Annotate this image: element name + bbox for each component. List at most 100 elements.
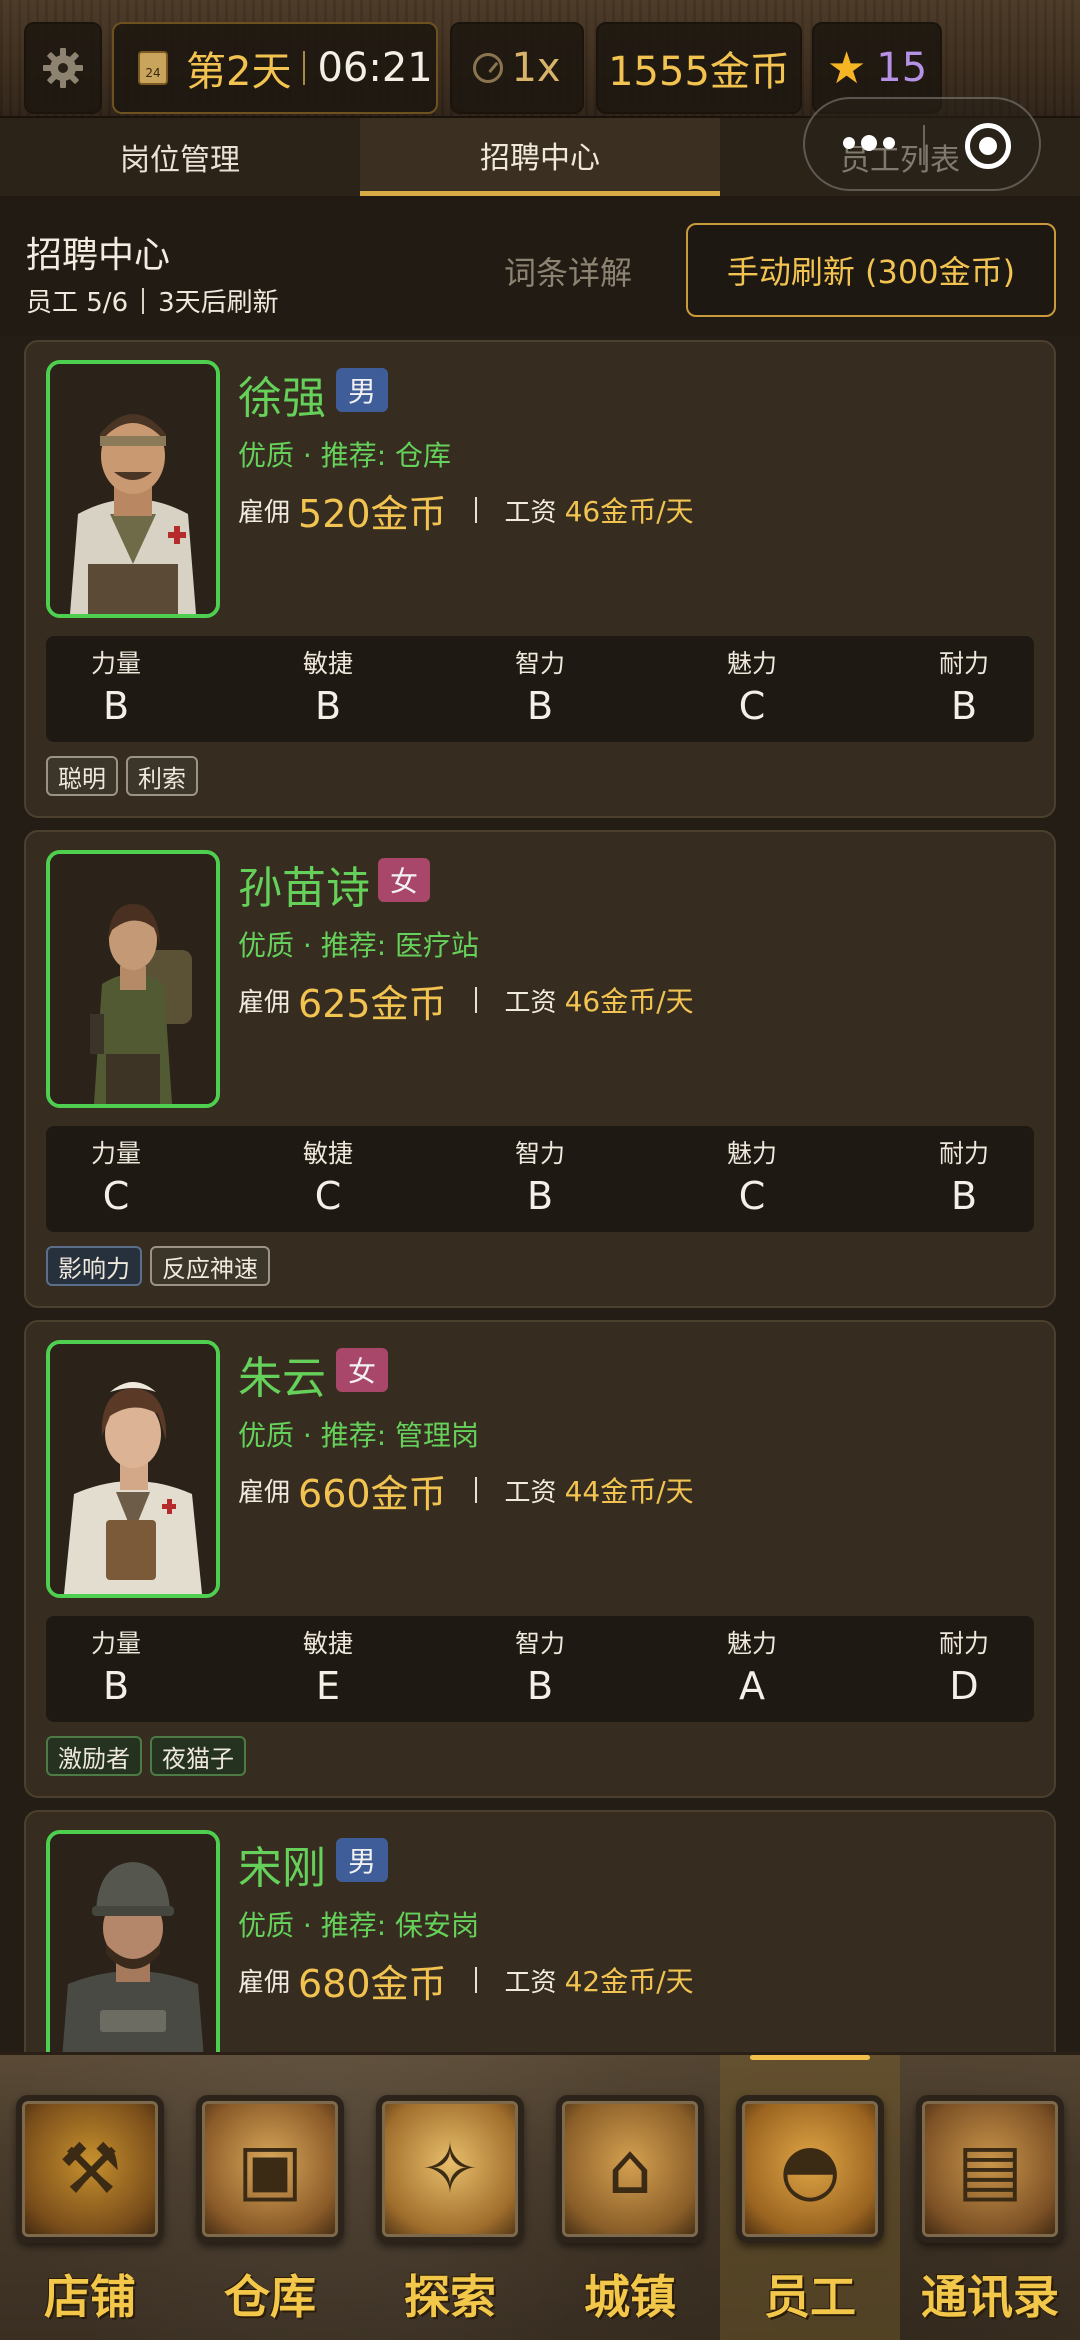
trait-tag[interactable]: 聪明 bbox=[46, 756, 118, 796]
daily-wage: 46金币/天 bbox=[564, 985, 694, 1018]
medic-man-portrait bbox=[50, 364, 216, 614]
stat-intelligence: 智力 B bbox=[470, 1624, 610, 1708]
wage-label: 工资 bbox=[504, 497, 557, 528]
attribute-panel: 力量 B 敏捷 B 智力 B 魅力 C 耐力 B bbox=[46, 636, 1034, 742]
day-time-display: 24 第2天 06:21 bbox=[112, 22, 438, 114]
gender-badge: 女 bbox=[336, 1348, 389, 1392]
candidate-card[interactable]: 宋刚 男 优质 · 推荐: 保安岗 雇佣 680金币 工资 42金币/天 bbox=[24, 1810, 1056, 2052]
candidate-quality: 优质 · 推荐: 医疗站 bbox=[238, 929, 480, 962]
town-icon: ⌂ bbox=[556, 2095, 704, 2243]
candidate-name: 孙苗诗 bbox=[238, 863, 370, 914]
daily-wage: 44金币/天 bbox=[564, 1475, 694, 1508]
gender-badge: 男 bbox=[336, 1838, 389, 1882]
stat-grade: B bbox=[950, 1174, 978, 1218]
stat-intelligence: 智力 B bbox=[470, 644, 610, 728]
pay-divider bbox=[474, 987, 477, 1013]
stat-grade: B bbox=[526, 1664, 554, 1708]
stat-label: 耐力 bbox=[938, 1139, 989, 1168]
hire-label: 雇佣 bbox=[238, 1477, 291, 1508]
gold-amount: 1555金币 bbox=[608, 49, 790, 95]
nav-label: 店铺 bbox=[44, 2270, 136, 2324]
stat-strength: 力量 B bbox=[46, 644, 186, 728]
pay-info: 雇佣 680金币 工资 42金币/天 bbox=[238, 1952, 694, 2008]
chest-glyph: ▣ bbox=[236, 2128, 304, 2210]
nav-label: 仓库 bbox=[224, 2270, 316, 2324]
miniprogram-capsule bbox=[803, 97, 1041, 191]
trait-list: 影响力 反应神速 bbox=[46, 1246, 270, 1286]
hire-label: 雇佣 bbox=[238, 1967, 291, 1998]
stat-grade: B bbox=[950, 684, 978, 728]
trait-list: 聪明 利索 bbox=[46, 756, 198, 796]
compass-glyph: ✧ bbox=[420, 2128, 480, 2210]
stat-grade: B bbox=[314, 684, 342, 728]
candidate-quality: 优质 · 推荐: 仓库 bbox=[238, 439, 452, 472]
page-title: 招聘中心 bbox=[26, 235, 171, 276]
security-guard-portrait bbox=[50, 1834, 216, 2052]
settings-button[interactable] bbox=[24, 22, 102, 114]
book-glyph: ▤ bbox=[956, 2128, 1024, 2210]
trait-tag[interactable]: 激励者 bbox=[46, 1736, 142, 1776]
star-icon: ★ bbox=[826, 42, 867, 94]
nav-explore[interactable]: ✧ 探索 bbox=[360, 2055, 540, 2340]
calendar-number: 24 bbox=[145, 66, 161, 80]
day-label: 第2天 bbox=[186, 49, 292, 95]
subtitle-divider bbox=[142, 287, 145, 314]
nav-label: 员工 bbox=[764, 2270, 856, 2324]
nav-shop[interactable]: ⚒ 店铺 bbox=[0, 2055, 180, 2340]
speed-button[interactable]: 1x bbox=[450, 22, 584, 114]
tab-position-management[interactable]: 岗位管理 bbox=[0, 118, 360, 196]
stat-grade: A bbox=[739, 1664, 765, 1708]
pay-info: 雇佣 660金币 工资 44金币/天 bbox=[238, 1462, 694, 1518]
pay-divider bbox=[474, 1967, 477, 1993]
gear-icon bbox=[43, 48, 83, 88]
stat-charisma: 魅力 C bbox=[682, 1134, 822, 1218]
candidate-portrait bbox=[46, 1340, 220, 1598]
manual-refresh-button[interactable]: 手动刷新 (300金币) bbox=[686, 223, 1056, 317]
hire-cost: 625金币 bbox=[298, 981, 447, 1026]
survivor-woman-portrait bbox=[50, 854, 216, 1104]
stat-grade: C bbox=[738, 1174, 766, 1218]
terms-explanation-link[interactable]: 词条详解 bbox=[504, 248, 632, 294]
stat-strength: 力量 B bbox=[46, 1624, 186, 1708]
stat-grade: B bbox=[526, 1174, 554, 1218]
nav-staff[interactable]: ◓ 员工 bbox=[720, 2055, 900, 2340]
pay-divider bbox=[474, 1477, 477, 1503]
nav-contacts[interactable]: ▤ 通讯录 bbox=[900, 2055, 1080, 2340]
nav-warehouse[interactable]: ▣ 仓库 bbox=[180, 2055, 360, 2340]
stat-label: 耐力 bbox=[938, 1629, 989, 1658]
time-label: 06:21 bbox=[317, 45, 433, 91]
stat-endurance: 耐力 B bbox=[894, 1134, 1034, 1218]
wage-label: 工资 bbox=[504, 987, 557, 1018]
stat-grade: B bbox=[526, 684, 554, 728]
hire-label: 雇佣 bbox=[238, 497, 291, 528]
trait-tag[interactable]: 反应神速 bbox=[150, 1246, 270, 1286]
compass-icon: ✧ bbox=[376, 2095, 524, 2243]
more-menu-icon[interactable] bbox=[843, 135, 895, 151]
trait-tag[interactable]: 影响力 bbox=[46, 1246, 142, 1286]
hire-cost: 520金币 bbox=[298, 491, 447, 536]
stat-label: 智力 bbox=[514, 1139, 565, 1168]
stat-label: 力量 bbox=[90, 649, 141, 678]
attribute-panel: 力量 B 敏捷 E 智力 B 魅力 A 耐力 D bbox=[46, 1616, 1034, 1722]
candidate-card[interactable]: 徐强 男 优质 · 推荐: 仓库 雇佣 520金币 工资 46金币/天 力量 B … bbox=[24, 340, 1056, 818]
trait-tag[interactable]: 利索 bbox=[126, 756, 198, 796]
candidate-card[interactable]: 朱云 女 优质 · 推荐: 管理岗 雇佣 660金币 工资 44金币/天 力量 B… bbox=[24, 1320, 1056, 1798]
trait-tag[interactable]: 夜猫子 bbox=[150, 1736, 246, 1776]
candidate-list[interactable]: 徐强 男 优质 · 推荐: 仓库 雇佣 520金币 工资 46金币/天 力量 B … bbox=[0, 336, 1080, 2052]
recruit-header: 招聘中心 员工 5/6 3天后刷新 词条详解 手动刷新 (300金币) bbox=[0, 196, 1080, 336]
nav-town[interactable]: ⌂ 城镇 bbox=[540, 2055, 720, 2340]
stat-label: 敏捷 bbox=[302, 1139, 353, 1168]
stat-label: 智力 bbox=[514, 1629, 565, 1658]
speed-label: 1x bbox=[511, 45, 561, 91]
stat-strength: 力量 C bbox=[46, 1134, 186, 1218]
candidate-name: 宋刚 bbox=[238, 1843, 326, 1894]
stat-intelligence: 智力 B bbox=[470, 1134, 610, 1218]
candidate-card[interactable]: 孙苗诗 女 优质 · 推荐: 医疗站 雇佣 625金币 工资 46金币/天 力量… bbox=[24, 830, 1056, 1308]
pay-info: 雇佣 625金币 工资 46金币/天 bbox=[238, 972, 694, 1028]
hammer-icon: ⚒ bbox=[16, 2095, 164, 2243]
close-miniprogram-icon[interactable] bbox=[965, 123, 1011, 169]
stat-grade: C bbox=[314, 1174, 342, 1218]
day-time-separator bbox=[303, 51, 306, 85]
tab-recruitment-center[interactable]: 招聘中心 bbox=[360, 118, 720, 196]
recruit-subtitle: 员工 5/6 3天后刷新 bbox=[26, 282, 279, 319]
